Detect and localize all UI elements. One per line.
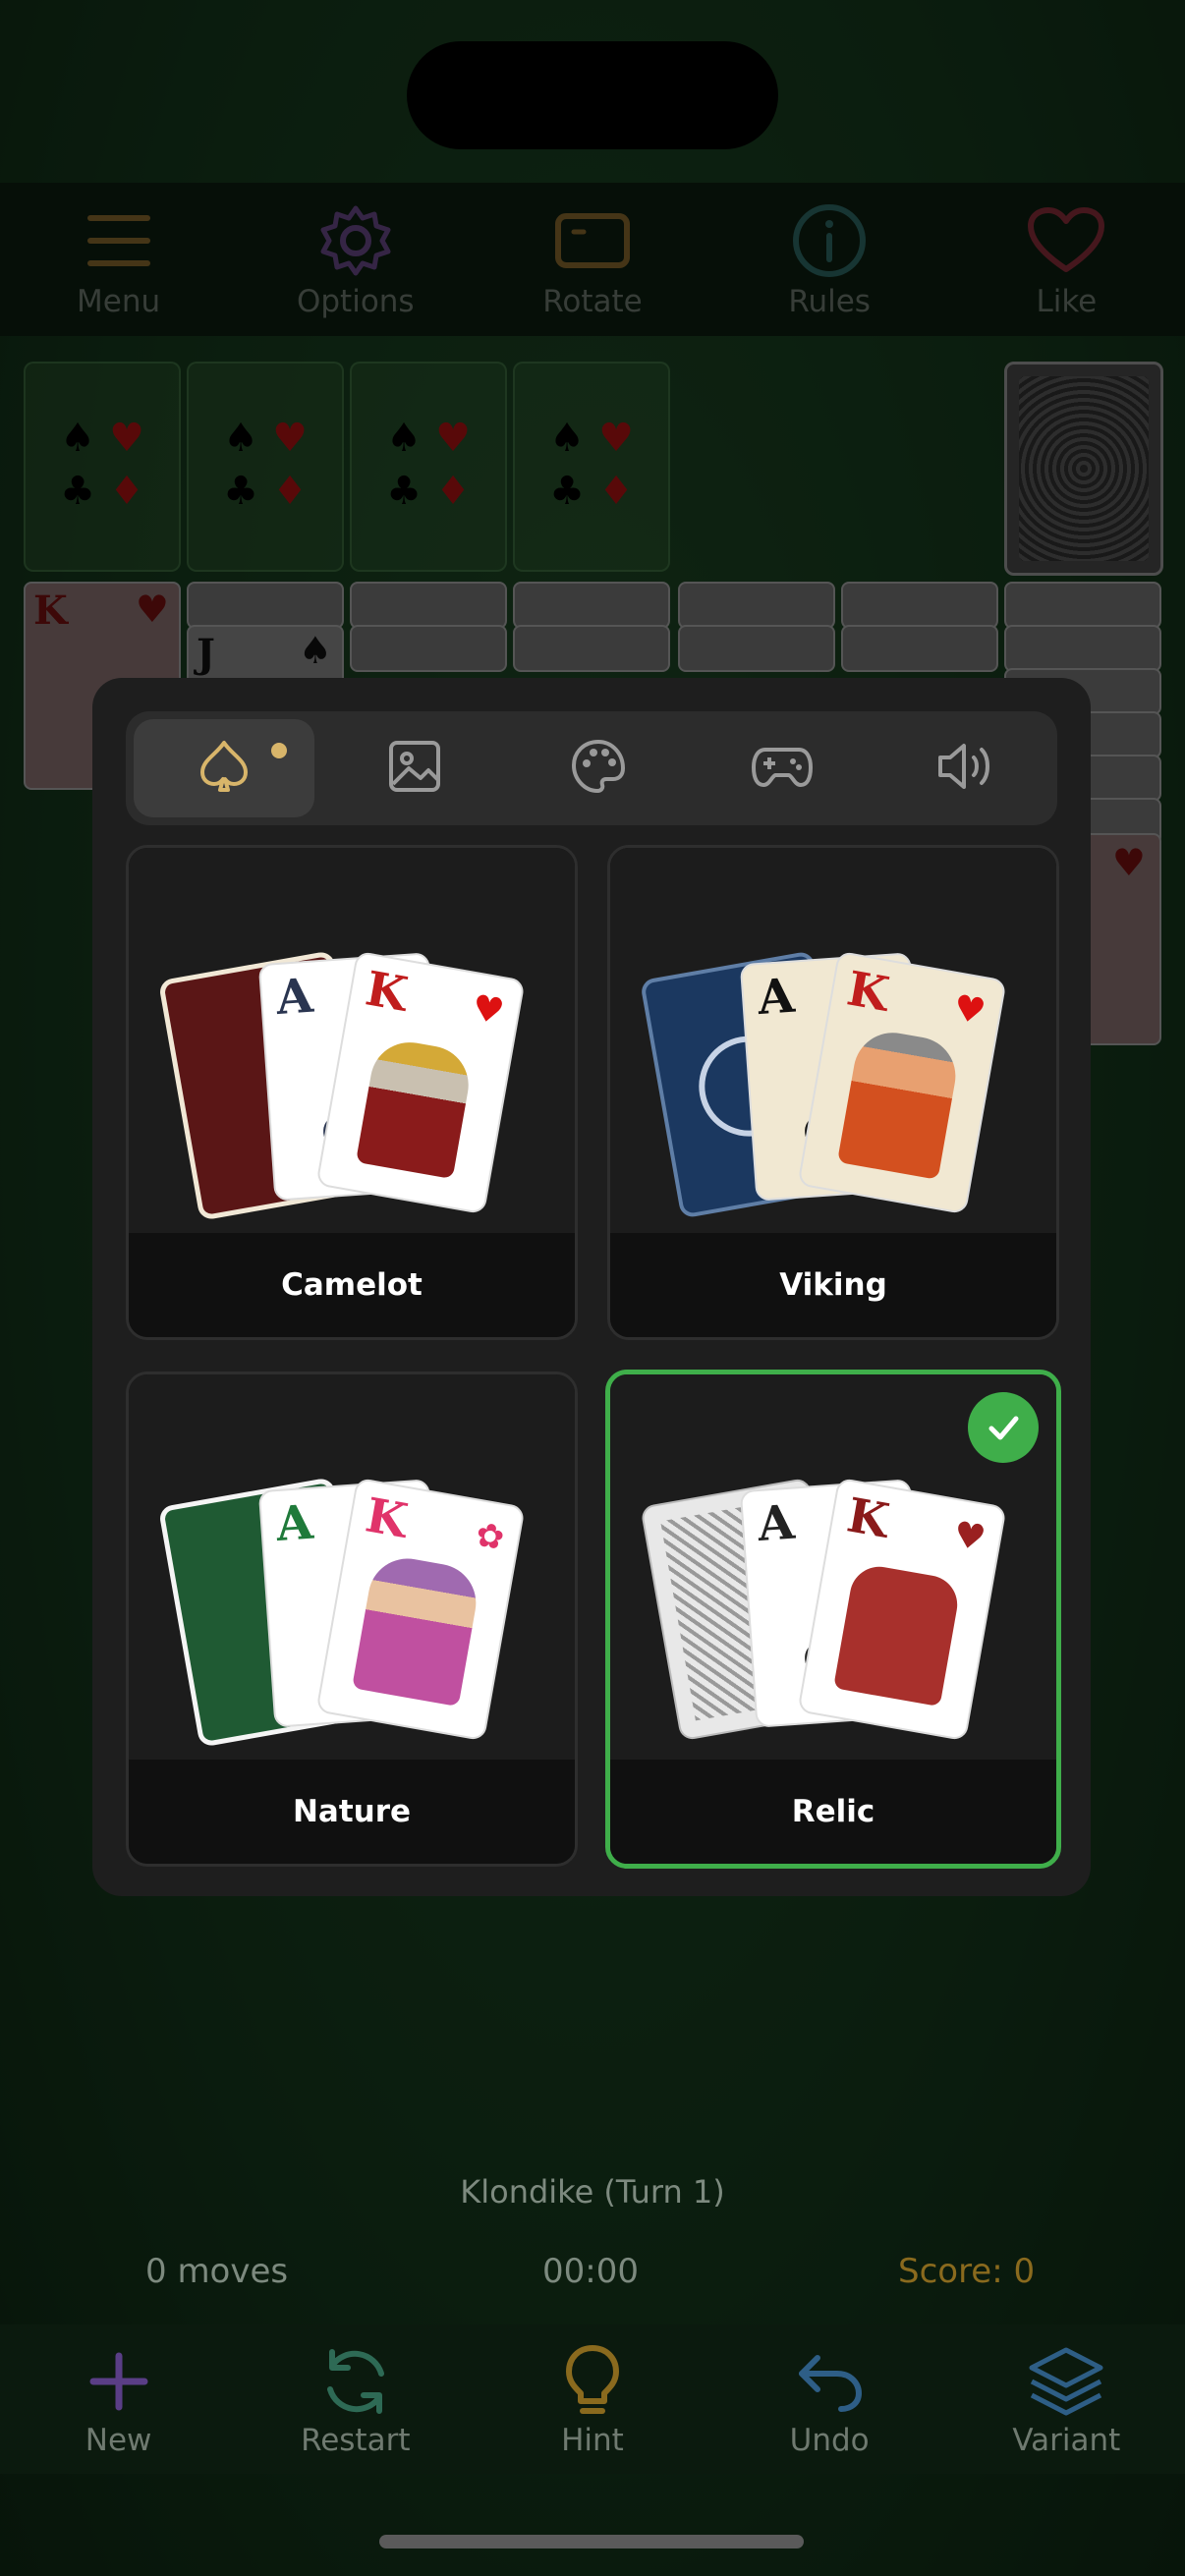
deck-name: Relic — [610, 1760, 1056, 1864]
sound-icon — [936, 740, 995, 797]
deck-option-nature[interactable]: A K ✿ Nature — [126, 1372, 578, 1867]
bottom-toolbar: New Restart Hint Undo Variant — [0, 2324, 1185, 2474]
king-portrait — [836, 1026, 962, 1180]
settings-tabs — [126, 711, 1057, 825]
heart-suit-icon: ♥ — [950, 1514, 989, 1560]
deck-option-viking[interactable]: A ♣ K ♥ Viking — [607, 845, 1059, 1340]
king-portrait — [833, 1562, 962, 1708]
heart-suit-icon: ♥ — [469, 987, 508, 1034]
variant-label: Variant — [1012, 2423, 1121, 2458]
moves-count: 0 moves — [145, 2252, 289, 2291]
restart-button[interactable]: Restart — [257, 2340, 454, 2458]
lightbulb-icon — [551, 2340, 634, 2423]
deck-option-relic[interactable]: A ♣ K ♥ Relic — [605, 1370, 1061, 1869]
tab-background[interactable] — [322, 711, 506, 825]
undo-icon — [788, 2340, 871, 2423]
theme-palette-icon — [570, 738, 627, 799]
home-indicator[interactable] — [379, 2535, 804, 2548]
king-portrait — [355, 1036, 476, 1180]
deck-preview: A K ✿ — [129, 1374, 575, 1760]
new-indicator-dot — [271, 743, 287, 758]
flower-suit-icon: ✿ — [473, 1514, 508, 1559]
hint-button[interactable]: Hint — [494, 2340, 691, 2458]
tab-gameplay[interactable] — [690, 711, 874, 825]
elapsed-time: 00:00 — [542, 2252, 639, 2291]
new-game-button[interactable]: New — [21, 2340, 217, 2458]
restart-label: Restart — [301, 2423, 411, 2458]
background-image-icon — [387, 739, 442, 798]
heart-suit-icon: ♥ — [950, 987, 989, 1034]
undo-label: Undo — [789, 2423, 870, 2458]
deck-name: Viking — [610, 1233, 1056, 1337]
variant-button[interactable]: Variant — [968, 2340, 1164, 2458]
game-stats: 0 moves 00:00 Score: 0 — [0, 2252, 1185, 2301]
layers-icon — [1025, 2340, 1107, 2423]
game-variant-title: Klondike (Turn 1) — [460, 2173, 725, 2211]
deck-name: Camelot — [129, 1233, 575, 1337]
selected-check-icon — [968, 1392, 1039, 1463]
new-label: New — [85, 2423, 152, 2458]
score: Score: 0 — [898, 2252, 1036, 2291]
deck-preview: A ♣ K ♥ — [129, 848, 575, 1233]
king-portrait — [352, 1552, 482, 1708]
deck-option-camelot[interactable]: A ♣ K ♥ Camelot — [126, 845, 578, 1340]
gamepad-icon — [751, 742, 813, 795]
deck-preview: A ♣ K ♥ — [610, 848, 1056, 1233]
tab-card-deck[interactable] — [134, 719, 314, 817]
deck-settings-modal: A ♣ K ♥ Camelot A ♣ K ♥ — [92, 678, 1091, 1896]
hint-label: Hint — [561, 2423, 624, 2458]
tab-theme[interactable] — [506, 711, 690, 825]
tab-sound[interactable] — [874, 711, 1057, 825]
deck-name: Nature — [129, 1760, 575, 1864]
plus-icon — [78, 2340, 160, 2423]
card-deck-icon — [195, 737, 254, 800]
restart-icon — [314, 2340, 397, 2423]
undo-button[interactable]: Undo — [731, 2340, 928, 2458]
